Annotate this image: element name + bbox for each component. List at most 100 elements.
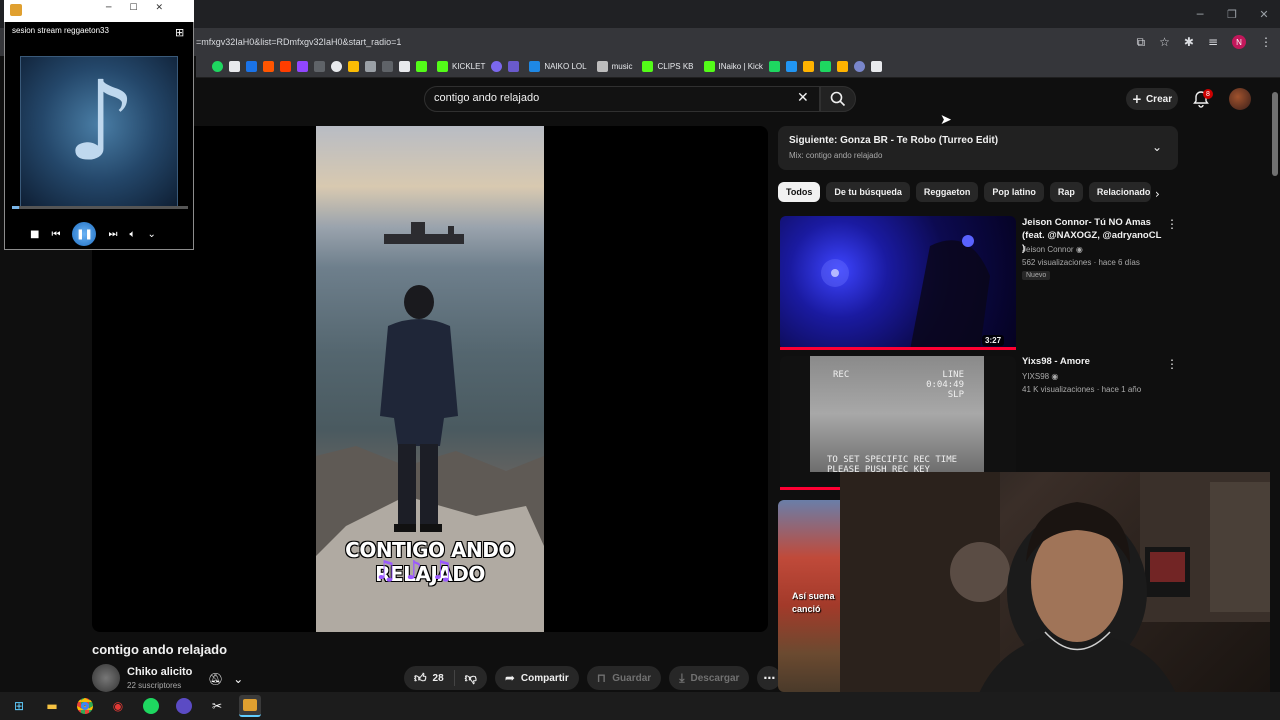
like-dislike-group: 👍︎ 28 👎︎ — [404, 666, 487, 690]
recommended-channel[interactable]: Jeison Connor ◉ — [1022, 245, 1083, 254]
minimize-icon[interactable]: ─ — [106, 3, 111, 13]
close-icon[interactable]: ✕ — [1248, 0, 1280, 28]
search-button[interactable] — [820, 86, 856, 112]
capcut-icon[interactable]: ✂ — [206, 695, 228, 717]
account-avatar[interactable] — [1229, 88, 1251, 110]
more-vertical-icon[interactable]: ⋮ — [1166, 357, 1178, 371]
clear-search-icon[interactable]: ✕ — [797, 90, 809, 106]
bookmark-icon[interactable] — [853, 61, 865, 72]
chip-relacionado[interactable]: Relacionado — [1088, 182, 1151, 202]
chrome-icon[interactable] — [74, 695, 96, 717]
bookmark-icon[interactable] — [836, 61, 848, 72]
media-player-taskbar-icon[interactable] — [239, 695, 261, 717]
channel-avatar[interactable] — [92, 664, 120, 692]
browser-window-controls: ─ ❐ ✕ — [1184, 0, 1280, 28]
bookmark-icon[interactable] — [246, 61, 257, 72]
bookmark-inaiko-kick[interactable]: INaiko | Kick — [703, 61, 763, 72]
download-icon: ⤓ — [679, 670, 685, 685]
windows-start-icon[interactable]: ⊞ — [8, 695, 30, 717]
scrollbar-thumb[interactable] — [1272, 92, 1278, 176]
like-icon[interactable]: 👍︎ — [414, 671, 427, 686]
soundcloud-bookmark-icon[interactable] — [263, 61, 274, 72]
media-controls-icon[interactable]: ≡ — [1208, 35, 1218, 49]
bookmark-icon[interactable] — [819, 61, 831, 72]
bookmark-icon[interactable] — [314, 61, 325, 72]
recommended-channel[interactable]: YIXS98 ◉ — [1022, 372, 1058, 381]
mix-name: Mix: contigo ando relajado — [789, 151, 883, 160]
recommended-thumbnail[interactable] — [780, 216, 1016, 350]
bookmark-star-icon[interactable]: ☆ — [1159, 35, 1170, 49]
track-title: sesion stream reggaeton33 — [12, 26, 109, 35]
download-button[interactable]: ⤓ Descargar — [669, 666, 750, 690]
address-bar[interactable]: =mfxgv32IaH0&list=RDmfxgv32IaH0&start_ra… — [196, 28, 401, 56]
create-button[interactable]: + Crear — [1126, 88, 1178, 110]
dislike-icon[interactable]: 👎︎ — [465, 671, 477, 686]
obs-icon[interactable] — [173, 695, 195, 717]
twitch-bookmark-icon[interactable] — [297, 61, 308, 72]
bookmark-icon[interactable] — [348, 61, 359, 72]
bookmark-icon[interactable] — [331, 61, 342, 72]
kick-icon — [703, 61, 715, 72]
bookmark-icon[interactable] — [416, 61, 427, 72]
file-explorer-icon[interactable]: ▬ — [41, 695, 63, 717]
profile-avatar[interactable]: N — [1232, 35, 1246, 49]
playlist-next-panel[interactable] — [778, 126, 1178, 170]
bookmark-icon[interactable] — [399, 61, 410, 72]
maximize-icon[interactable]: ❐ — [1216, 0, 1248, 28]
bookmark-icon[interactable] — [785, 61, 797, 72]
seek-bar[interactable] — [12, 206, 188, 209]
chevron-down-icon[interactable]: ⌄ — [147, 229, 155, 240]
app-icon[interactable]: ◉ — [107, 695, 129, 717]
recommended-meta: 562 visualizaciones · hace 6 días — [1022, 258, 1140, 267]
bookmark-icon[interactable] — [870, 61, 882, 72]
switch-to-library-icon[interactable]: ⊞ — [175, 26, 184, 39]
volume-icon[interactable]: 🔈︎ — [129, 229, 135, 240]
chip-pop-latino[interactable]: Pop latino — [984, 182, 1044, 202]
channel-name[interactable]: Chiko alicito — [127, 666, 192, 678]
bookmark-icon[interactable] — [382, 61, 393, 72]
bookmark-icon[interactable] — [365, 61, 376, 72]
bookmark-icon[interactable] — [508, 61, 520, 72]
share-button[interactable]: ➦ Compartir — [494, 666, 579, 690]
chip-rap[interactable]: Rap — [1049, 182, 1083, 202]
chevron-down-icon: ⌄ — [233, 672, 244, 686]
chip-reggaeton[interactable]: Reggaeton — [915, 182, 979, 202]
like-count[interactable]: 28 — [433, 673, 444, 684]
spotify-bookmark-icon[interactable] — [212, 61, 223, 72]
next-icon[interactable]: ⏭ — [108, 229, 117, 240]
more-vertical-icon[interactable]: ⋮ — [1166, 217, 1178, 231]
spotify-icon[interactable] — [140, 695, 162, 717]
bookmark-icon[interactable] — [802, 61, 814, 72]
kick-icon — [642, 61, 654, 72]
install-app-icon[interactable]: ⧉ — [1137, 35, 1146, 50]
extensions-icon[interactable]: ✱ — [1184, 35, 1194, 49]
search-query[interactable]: contigo ando relajado — [434, 92, 539, 104]
chip-todos[interactable]: Todos — [778, 182, 821, 202]
close-icon[interactable]: ✕ — [156, 3, 164, 13]
share-icon: ➦ — [504, 671, 515, 685]
chip-de-tu-busqueda[interactable]: De tu búsqueda — [826, 182, 910, 202]
bookmark-kicklet[interactable]: KICKLET — [437, 61, 485, 72]
stop-icon[interactable]: ■ — [30, 229, 39, 240]
pause-button[interactable]: ❚❚ — [72, 222, 97, 246]
save-button[interactable]: ⊓ Guardar — [586, 666, 662, 690]
bookmark-s-icon[interactable] — [229, 61, 240, 72]
bookmark-icon[interactable] — [280, 61, 291, 72]
watched-progress-bar — [780, 347, 1016, 350]
chevron-right-icon[interactable]: › — [1155, 187, 1160, 201]
recommended-title[interactable]: Yixs98 - Amore — [1022, 356, 1090, 367]
toolbar-icons: ⧉ ☆ ✱ ≡ N ⋮ — [1137, 28, 1272, 56]
bookmark-clips-kb[interactable]: CLIPS KB — [642, 61, 694, 72]
browser-menu-icon[interactable]: ⋮ — [1260, 35, 1272, 49]
bookmark-icon — [529, 61, 541, 72]
bookmark-icon[interactable] — [768, 61, 780, 72]
subscription-bell-button[interactable]: 🔕︎ ⌄ — [208, 668, 254, 690]
chevron-down-icon[interactable]: ⌄ — [1152, 140, 1162, 154]
maximize-icon[interactable]: ☐ — [129, 3, 137, 13]
bookmark-icon[interactable] — [491, 61, 503, 72]
bookmark-music[interactable]: music — [596, 61, 632, 72]
minimize-icon[interactable]: ─ — [1184, 0, 1216, 28]
bookmark-naiko-lol[interactable]: NAIKO LOL — [529, 61, 587, 72]
previous-icon[interactable]: ⏮ — [51, 229, 60, 240]
verified-icon: ◉ — [1051, 372, 1059, 381]
